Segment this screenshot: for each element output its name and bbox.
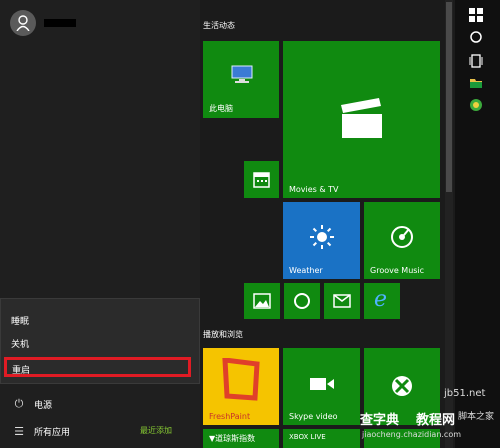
power-menu: 睡眠 关机 重启 <box>0 298 200 384</box>
watermark-site: jb51.net <box>444 388 486 399</box>
all-apps-label: 所有应用 <box>34 428 71 438</box>
task-view-icon[interactable] <box>469 54 483 68</box>
search-circle-icon[interactable] <box>469 30 483 44</box>
computer-icon <box>231 65 253 83</box>
video-camera-icon <box>310 378 334 390</box>
watermark: jb51.net 查字典 教程网 脚本之家 jiaocheng.chazidia… <box>358 384 500 448</box>
watermark-url: jiaocheng.chazidian.com <box>362 430 462 439</box>
restart-option[interactable]: 重启 <box>4 357 191 377</box>
clapperboard-icon <box>341 98 382 138</box>
freshpaint-icon <box>222 358 260 401</box>
scrollbar-thumb[interactable] <box>446 2 452 192</box>
tile-label: Groove Music <box>370 266 425 275</box>
sun-icon <box>310 225 334 249</box>
group-title-life: 生活动态 <box>203 21 235 30</box>
avatar[interactable] <box>10 10 36 36</box>
windows-start-icon[interactable] <box>469 8 483 22</box>
tile-label: Skype video <box>289 412 338 421</box>
scrollbar[interactable] <box>445 0 453 448</box>
groove-icon <box>391 226 413 248</box>
tile-label: 此电脑 <box>209 104 233 113</box>
tile-cortana[interactable] <box>284 283 320 319</box>
tile-label: Weather <box>289 266 323 275</box>
start-left-pane: 睡眠 关机 重启 ⏻ 电源 ☰ 所有应用 最近添加 <box>0 0 200 448</box>
tile-calendar[interactable] <box>244 161 279 198</box>
circle-icon <box>294 293 310 309</box>
power-button[interactable]: ⏻ 电源 <box>12 397 52 411</box>
tile-stocks[interactable]: ▼道琼斯指数 <box>203 429 279 448</box>
tile-this-pc[interactable]: 此电脑 <box>203 41 279 118</box>
power-label: 电源 <box>34 400 53 411</box>
tile-freshpaint[interactable]: FreshPaint <box>203 348 279 425</box>
user-account[interactable] <box>10 10 76 36</box>
restart-label: 重启 <box>12 366 31 376</box>
ie-icon: e <box>374 287 388 312</box>
tile-weather[interactable]: Weather <box>283 202 360 279</box>
tiles-pane: 生活动态 此电脑 Movies & TV Weather Groove Musi… <box>200 0 445 448</box>
tile-movies-tv[interactable]: Movies & TV <box>283 41 440 198</box>
taskbar <box>455 0 500 448</box>
recently-added-label: 最近添加 <box>140 426 172 435</box>
mail-icon <box>333 294 351 308</box>
group-title-play: 播放和浏览 <box>203 330 243 339</box>
shutdown-option[interactable]: 关机 <box>11 337 29 350</box>
tile-label: Movies & TV <box>289 185 339 194</box>
photo-icon <box>253 293 271 309</box>
power-icon: ⏻ <box>14 397 24 410</box>
tile-skype-video[interactable]: Skype video <box>283 348 360 425</box>
tile-mail[interactable] <box>324 283 360 319</box>
user-icon <box>16 15 30 31</box>
all-apps-button[interactable]: ☰ 所有应用 <box>12 425 70 438</box>
tile-label: XBOX LIVE <box>289 433 326 441</box>
watermark-logo: 查字典 <box>360 413 400 428</box>
tile-label: FreshPaint <box>209 412 251 421</box>
tile-xbox-live[interactable]: XBOX LIVE <box>283 429 360 448</box>
watermark-tag: 教程网 <box>416 413 456 428</box>
username-redacted <box>44 19 76 27</box>
sleep-option[interactable]: 睡眠 <box>11 314 29 327</box>
tile-groove-music[interactable]: Groove Music <box>364 202 440 279</box>
tile-label: ▼道琼斯指数 <box>209 434 256 443</box>
watermark-brand: 脚本之家 <box>458 412 495 422</box>
file-explorer-icon[interactable] <box>469 76 483 90</box>
tile-internet-explorer[interactable]: e <box>364 283 400 319</box>
list-icon: ☰ <box>14 425 24 438</box>
app-icon[interactable] <box>469 98 483 112</box>
calendar-icon <box>253 172 270 188</box>
tile-photos[interactable] <box>244 283 280 319</box>
